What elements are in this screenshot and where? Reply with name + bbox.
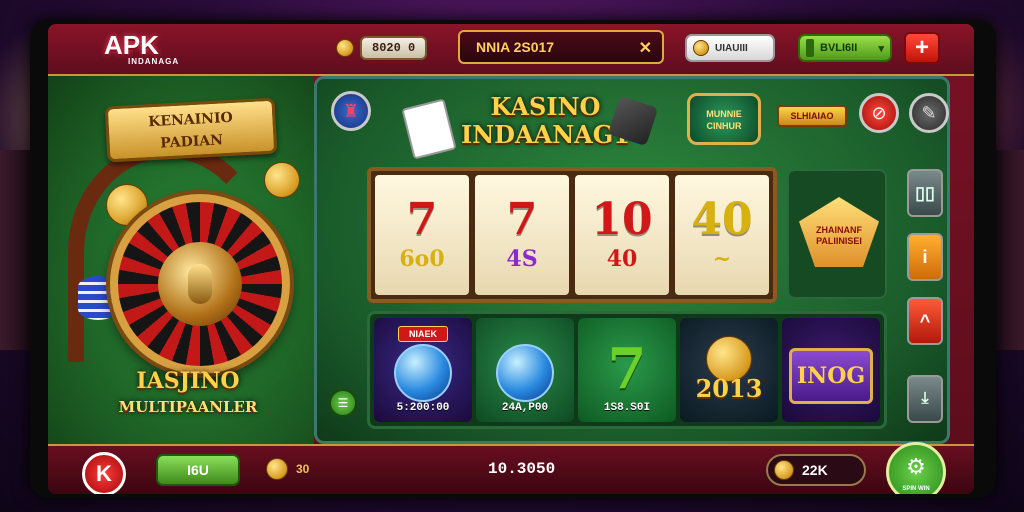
chevron-down-icon: ▾ bbox=[878, 42, 884, 55]
level-tag-icon bbox=[806, 39, 814, 57]
balance-display: 8020 0 bbox=[336, 36, 428, 60]
bottom-bar: K I6U 30 10.3050 22K ⚙ SPIN WIN bbox=[48, 442, 974, 494]
roulette-wheel-center bbox=[158, 242, 242, 326]
reel-symbol: 10 bbox=[591, 194, 653, 245]
settings-icon[interactable]: ✎ bbox=[909, 93, 949, 133]
game-tile[interactable]: 24A,P00 bbox=[476, 318, 574, 422]
roulette-title-line1: IASJINO bbox=[136, 368, 240, 394]
reel: 7 6o0 bbox=[375, 175, 469, 295]
jackpot-sign[interactable]: SLHIAIAO bbox=[777, 105, 847, 127]
game-tile-emblem: INOG bbox=[789, 348, 873, 404]
coin-icon bbox=[774, 460, 794, 480]
total-value: 22K bbox=[802, 462, 828, 478]
reel-symbol: 7 bbox=[506, 194, 538, 245]
bonus-badge[interactable]: MUNNIE CINHUR bbox=[687, 93, 761, 145]
roulette-panel: KENAINIO PADIAN IASJINO MULTIPAANLER bbox=[48, 76, 314, 444]
top-bar: APK INDANAGA 8020 0 NNIA 2S017 ✕ UIAUIII… bbox=[48, 24, 974, 76]
bet-value: 30 bbox=[296, 462, 310, 476]
reel: 7 4S bbox=[475, 175, 569, 295]
roulette-wheel[interactable] bbox=[110, 194, 290, 374]
roulette-title: IASJINO MULTIPAANLER bbox=[68, 368, 308, 420]
reel-symbol: 7 bbox=[406, 194, 438, 245]
reel-symbol: 40 bbox=[606, 246, 638, 272]
reel: 10 40 bbox=[575, 175, 669, 295]
mute-icon[interactable]: ⊘ bbox=[859, 93, 899, 133]
roulette-banner: KENAINIO PADIAN bbox=[104, 97, 278, 163]
slot-board: ♜ KASINO INDAANAG1 MUNNIE CINHUR SLHIAIA… bbox=[314, 76, 950, 444]
reel-symbol: 40 bbox=[691, 194, 753, 245]
roulette-title-line2: MULTIPAANLER bbox=[118, 398, 258, 416]
expand-icon[interactable]: ⤓ bbox=[907, 375, 943, 423]
roulette-hub bbox=[188, 264, 212, 304]
coins-button-label: UIAUIII bbox=[715, 42, 748, 54]
k-button[interactable]: K bbox=[82, 452, 126, 494]
bet-button[interactable]: I6U bbox=[156, 454, 240, 486]
game-tile-value: 2013 bbox=[695, 374, 763, 403]
orb-icon bbox=[496, 344, 554, 402]
spin-button[interactable]: ⚙ SPIN WIN bbox=[886, 442, 946, 494]
level-button[interactable]: BVLI6II ▾ bbox=[798, 34, 892, 62]
game-title-line2: INDAANAG1 bbox=[461, 120, 630, 149]
reel-symbol: ~ bbox=[712, 246, 732, 272]
game-screen: APK INDANAGA 8020 0 NNIA 2S017 ✕ UIAUIII… bbox=[48, 24, 974, 494]
coin-icon bbox=[693, 40, 709, 56]
playing-cards-icon bbox=[401, 98, 457, 160]
reel: 40 ~ bbox=[675, 175, 769, 295]
add-funds-button[interactable]: + bbox=[904, 32, 940, 64]
game-tile-tag: NIAEK bbox=[397, 326, 448, 342]
game-tile-value: 24A,P00 bbox=[501, 402, 549, 414]
orb-icon bbox=[394, 344, 452, 402]
profile-icon[interactable]: ♜ bbox=[331, 91, 371, 131]
scroll-up-button[interactable]: ^ bbox=[907, 297, 943, 345]
seven-icon: 7 bbox=[607, 336, 647, 402]
spin-label: SPIN WIN bbox=[902, 486, 930, 492]
bet-display: 30 bbox=[266, 458, 309, 480]
side-controls: ▯▯ i ^ bbox=[907, 169, 943, 345]
game-title-line1: KASINO bbox=[490, 92, 601, 121]
close-icon[interactable]: ✕ bbox=[639, 38, 652, 58]
scene-background: APK INDANAGA 8020 0 NNIA 2S017 ✕ UIAUIII… bbox=[0, 0, 1024, 512]
game-tile[interactable]: 2013 bbox=[680, 318, 778, 422]
coin-icon bbox=[264, 162, 300, 198]
level-button-label: BVLI6II bbox=[820, 42, 858, 54]
reel-window: 7 6o0 7 4S 10 40 40 ~ bbox=[367, 167, 777, 303]
game-tile-value: 5:200:00 bbox=[396, 402, 450, 414]
reel-symbol: 4S bbox=[506, 246, 538, 272]
game-title: KASINO INDAANAG1 bbox=[461, 93, 630, 149]
menu-button[interactable]: ▯▯ bbox=[907, 169, 943, 217]
win-value: 10.3050 bbox=[488, 460, 556, 478]
bonus-feature-label: ZHAINANF PALIINISEI bbox=[799, 197, 879, 267]
gear-icon: ⚙ bbox=[906, 455, 926, 480]
game-tile[interactable]: 7 1S8.S0I bbox=[578, 318, 676, 422]
game-tile[interactable]: NIAEK 5:200:00 bbox=[374, 318, 472, 422]
player-name: NNIA 2S017 bbox=[476, 39, 555, 55]
game-tile-value: 1S8.S0I bbox=[603, 402, 651, 414]
player-name-field[interactable]: NNIA 2S017 ✕ bbox=[458, 30, 664, 64]
reel-symbol: 6o0 bbox=[399, 246, 445, 272]
total-display: 22K bbox=[766, 454, 866, 486]
game-tile[interactable]: INOG bbox=[782, 318, 880, 422]
app-logo-subtitle: INDANAGA bbox=[128, 57, 180, 66]
coin-icon bbox=[266, 458, 288, 480]
list-icon[interactable]: ☰ bbox=[329, 389, 357, 417]
game-tiles: NIAEK 5:200:00 24A,P00 7 1S8.S0I 2013 IN… bbox=[367, 311, 887, 429]
info-button[interactable]: i bbox=[907, 233, 943, 281]
balance-value: 8020 0 bbox=[360, 36, 428, 60]
coin-icon bbox=[336, 39, 354, 57]
coins-button[interactable]: UIAUIII bbox=[685, 34, 775, 62]
bonus-feature-tile[interactable]: ZHAINANF PALIINISEI bbox=[787, 169, 887, 299]
